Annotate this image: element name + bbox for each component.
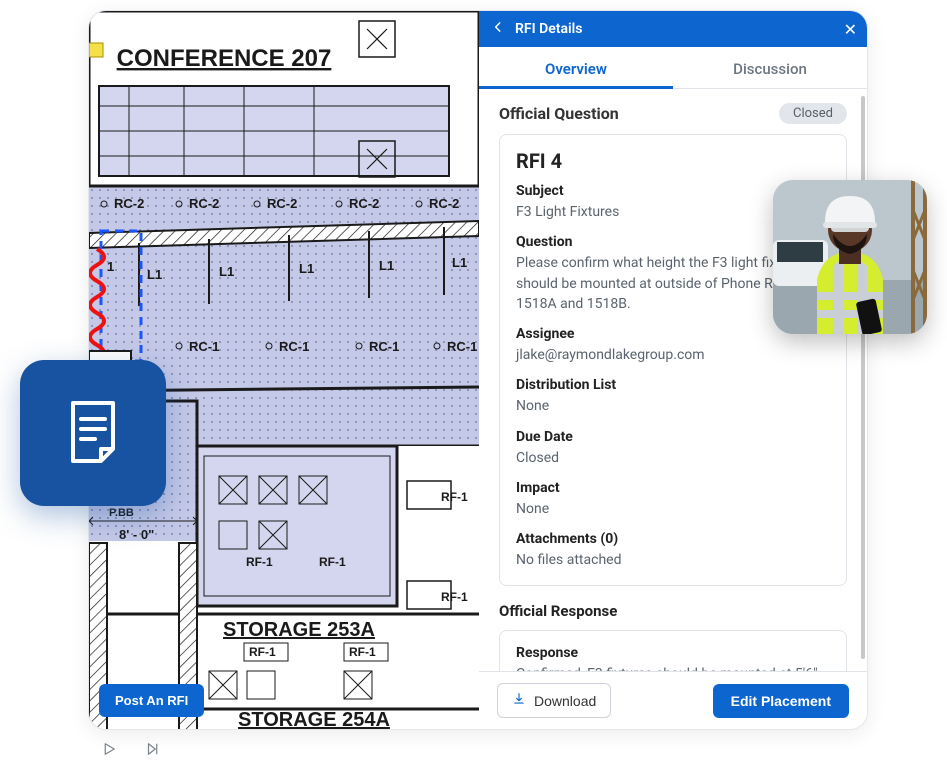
svg-text:RC-2: RC-2: [189, 196, 219, 211]
svg-text:1: 1: [107, 259, 114, 274]
document-app-icon: [20, 360, 166, 506]
impact-label: Impact: [516, 480, 830, 496]
svg-text:P.BB: P.BB: [109, 507, 134, 519]
assignee-value: jlake@raymondlakegroup.com: [516, 345, 830, 365]
panel-title: RFI Details: [515, 21, 844, 37]
attachments-value: No files attached: [516, 550, 830, 570]
svg-text:RF-1: RF-1: [441, 490, 468, 504]
duedate-value: Closed: [516, 448, 830, 468]
panel-footer: Download Edit Placement: [479, 671, 867, 729]
tab-overview[interactable]: Overview: [479, 49, 673, 88]
post-rfi-button[interactable]: Post An RFI: [99, 684, 204, 717]
download-button[interactable]: Download: [497, 683, 611, 718]
rfi-number: RFI 4: [516, 149, 830, 173]
svg-text:RC-1: RC-1: [279, 339, 309, 354]
svg-text:L1: L1: [452, 255, 467, 270]
play-icon[interactable]: [100, 740, 118, 762]
svg-text:RF-1: RF-1: [319, 555, 346, 569]
svg-text:STORAGE 253A: STORAGE 253A: [223, 619, 375, 641]
status-badge: Closed: [779, 103, 847, 124]
svg-text:8' - 0": 8' - 0": [119, 527, 154, 542]
avatar: [773, 180, 927, 334]
playback-controls: [100, 740, 162, 762]
document-icon: [55, 395, 131, 471]
svg-text:RC-2: RC-2: [429, 196, 459, 211]
download-label: Download: [534, 693, 596, 709]
svg-text:RC-1: RC-1: [447, 339, 477, 354]
response-label: Response: [516, 645, 830, 661]
svg-text:L1: L1: [147, 267, 162, 282]
svg-text:RC-1: RC-1: [369, 339, 399, 354]
panel-header: RFI Details ✕: [479, 11, 867, 47]
official-question-title: Official Question: [499, 104, 619, 123]
svg-text:RF-1: RF-1: [246, 555, 273, 569]
tab-discussion[interactable]: Discussion: [673, 49, 867, 88]
svg-text:RC-2: RC-2: [267, 196, 297, 211]
app-frame: CONFERENCE 207 RC-2 RC-2: [88, 10, 868, 730]
official-response-title: Official Response: [499, 602, 847, 620]
next-icon[interactable]: [144, 740, 162, 762]
response-card: Response Confirmed, F3 fixtures should b…: [499, 630, 847, 671]
svg-text:CONFERENCE 207: CONFERENCE 207: [117, 45, 332, 72]
svg-text:RC-2: RC-2: [349, 196, 379, 211]
back-icon[interactable]: [489, 20, 507, 38]
svg-text:RF-1: RF-1: [249, 645, 276, 659]
download-icon: [512, 692, 526, 709]
svg-text:RF-1: RF-1: [349, 645, 376, 659]
distribution-value: None: [516, 396, 830, 416]
impact-value: None: [516, 499, 830, 519]
svg-text:RF-1: RF-1: [441, 590, 468, 604]
edit-placement-button[interactable]: Edit Placement: [713, 684, 849, 718]
close-icon[interactable]: ✕: [844, 20, 857, 39]
distribution-label: Distribution List: [516, 377, 830, 393]
rfi-detail-panel: RFI Details ✕ Overview Discussion Offici…: [479, 11, 867, 729]
svg-text:L1: L1: [299, 261, 314, 276]
svg-text:STORAGE 254A: STORAGE 254A: [238, 709, 390, 729]
attachments-label: Attachments (0): [516, 531, 830, 547]
svg-text:RC-1: RC-1: [189, 339, 219, 354]
response-value: Confirmed, F3 fixtures should be mounted…: [516, 664, 830, 671]
panel-content[interactable]: Official Question Closed RFI 4 Subject F…: [479, 89, 867, 671]
duedate-label: Due Date: [516, 429, 830, 445]
svg-text:L1: L1: [379, 258, 394, 273]
svg-text:L1: L1: [219, 264, 234, 279]
svg-text:RC-2: RC-2: [114, 196, 144, 211]
